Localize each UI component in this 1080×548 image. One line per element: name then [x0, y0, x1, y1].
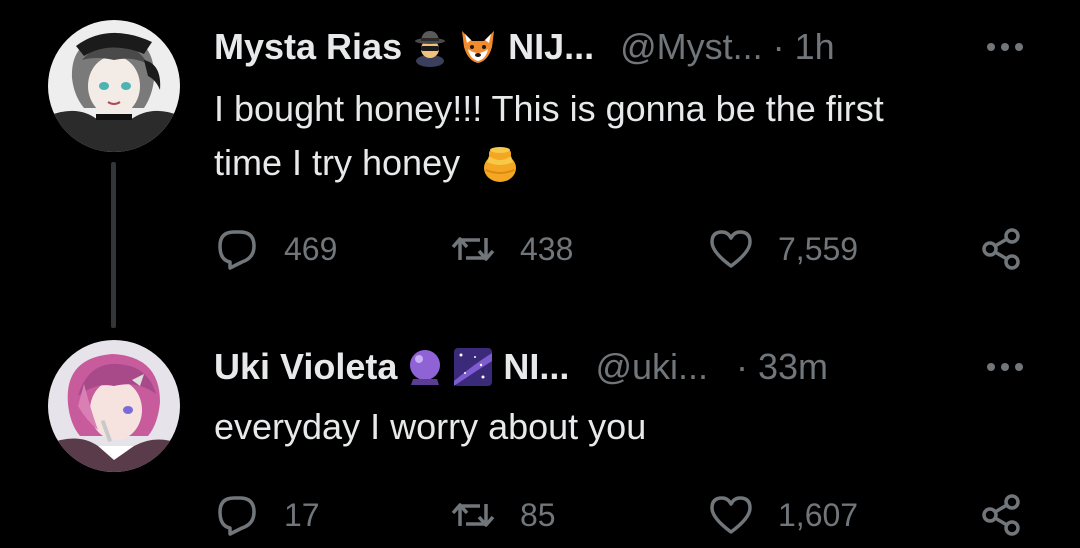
more-options-icon[interactable]	[980, 352, 1030, 382]
share-icon	[978, 226, 1024, 272]
tweet-text: everyday I worry about you	[214, 400, 1034, 454]
avatar[interactable]	[48, 20, 180, 152]
share-button[interactable]	[978, 490, 1024, 540]
reply-count: 17	[284, 496, 320, 533]
fox-emoji-icon	[458, 27, 498, 67]
affiliation-label: NIJ...	[508, 26, 595, 67]
like-count: 1,607	[778, 496, 859, 533]
milky-way-emoji-icon	[453, 347, 493, 387]
like-button[interactable]: 1,607	[708, 490, 858, 540]
retweet-icon	[450, 226, 496, 272]
tweet-text-line: everyday I worry about you	[214, 406, 647, 447]
share-icon	[978, 492, 1024, 538]
retweet-button[interactable]: 85	[450, 490, 556, 540]
user-handle[interactable]: @Myst...	[620, 26, 763, 68]
timestamp[interactable]: · 33m	[736, 346, 828, 388]
retweet-count: 438	[520, 230, 574, 267]
more-options-icon[interactable]	[980, 32, 1030, 62]
reply-button[interactable]: 17	[214, 490, 320, 540]
tweet-actions: 469 438 7,559	[214, 224, 1034, 274]
tweet[interactable]: Mysta Rias NIJ... @Myst... · 1h I bought…	[0, 0, 1080, 328]
display-name[interactable]: Uki Violeta	[214, 346, 397, 388]
user-handle[interactable]: @uki...	[595, 346, 708, 388]
tweet-header: Uki Violeta NI... @uki... · 33m	[214, 344, 1040, 390]
avatar[interactable]	[48, 340, 180, 472]
reply-icon	[214, 226, 260, 272]
reply-icon	[214, 492, 260, 538]
display-name[interactable]: Mysta Rias	[214, 26, 402, 68]
tweet-actions: 17 85 1,607	[214, 490, 1034, 540]
tweet-text: I bought honey!!! This is gonna be the f…	[214, 82, 1034, 190]
tweet-header: Mysta Rias NIJ... @Myst... · 1h	[214, 24, 1040, 70]
reply-count: 469	[284, 230, 338, 267]
heart-icon	[708, 226, 754, 272]
heart-icon	[708, 492, 754, 538]
like-count: 7,559	[778, 230, 859, 267]
tweet-text-line: I bought honey!!! This is gonna be the f…	[214, 88, 884, 129]
thread-line	[111, 162, 116, 328]
reply-button[interactable]: 469	[214, 224, 337, 274]
retweet-button[interactable]: 438	[450, 224, 573, 274]
tweet[interactable]: Uki Violeta NI... @uki... · 33m everyday…	[0, 322, 1080, 548]
like-button[interactable]: 7,559	[708, 224, 858, 274]
retweet-icon	[450, 492, 496, 538]
affiliation-label: NI...	[503, 346, 570, 387]
retweet-count: 85	[520, 496, 556, 533]
honey-pot-emoji-icon	[480, 142, 520, 184]
timestamp[interactable]: · 1h	[773, 26, 835, 68]
share-button[interactable]	[978, 224, 1024, 274]
tweet-text-line: time I try honey	[214, 142, 461, 183]
detective-emoji-icon	[410, 27, 450, 67]
crystal-ball-emoji-icon	[405, 347, 445, 387]
